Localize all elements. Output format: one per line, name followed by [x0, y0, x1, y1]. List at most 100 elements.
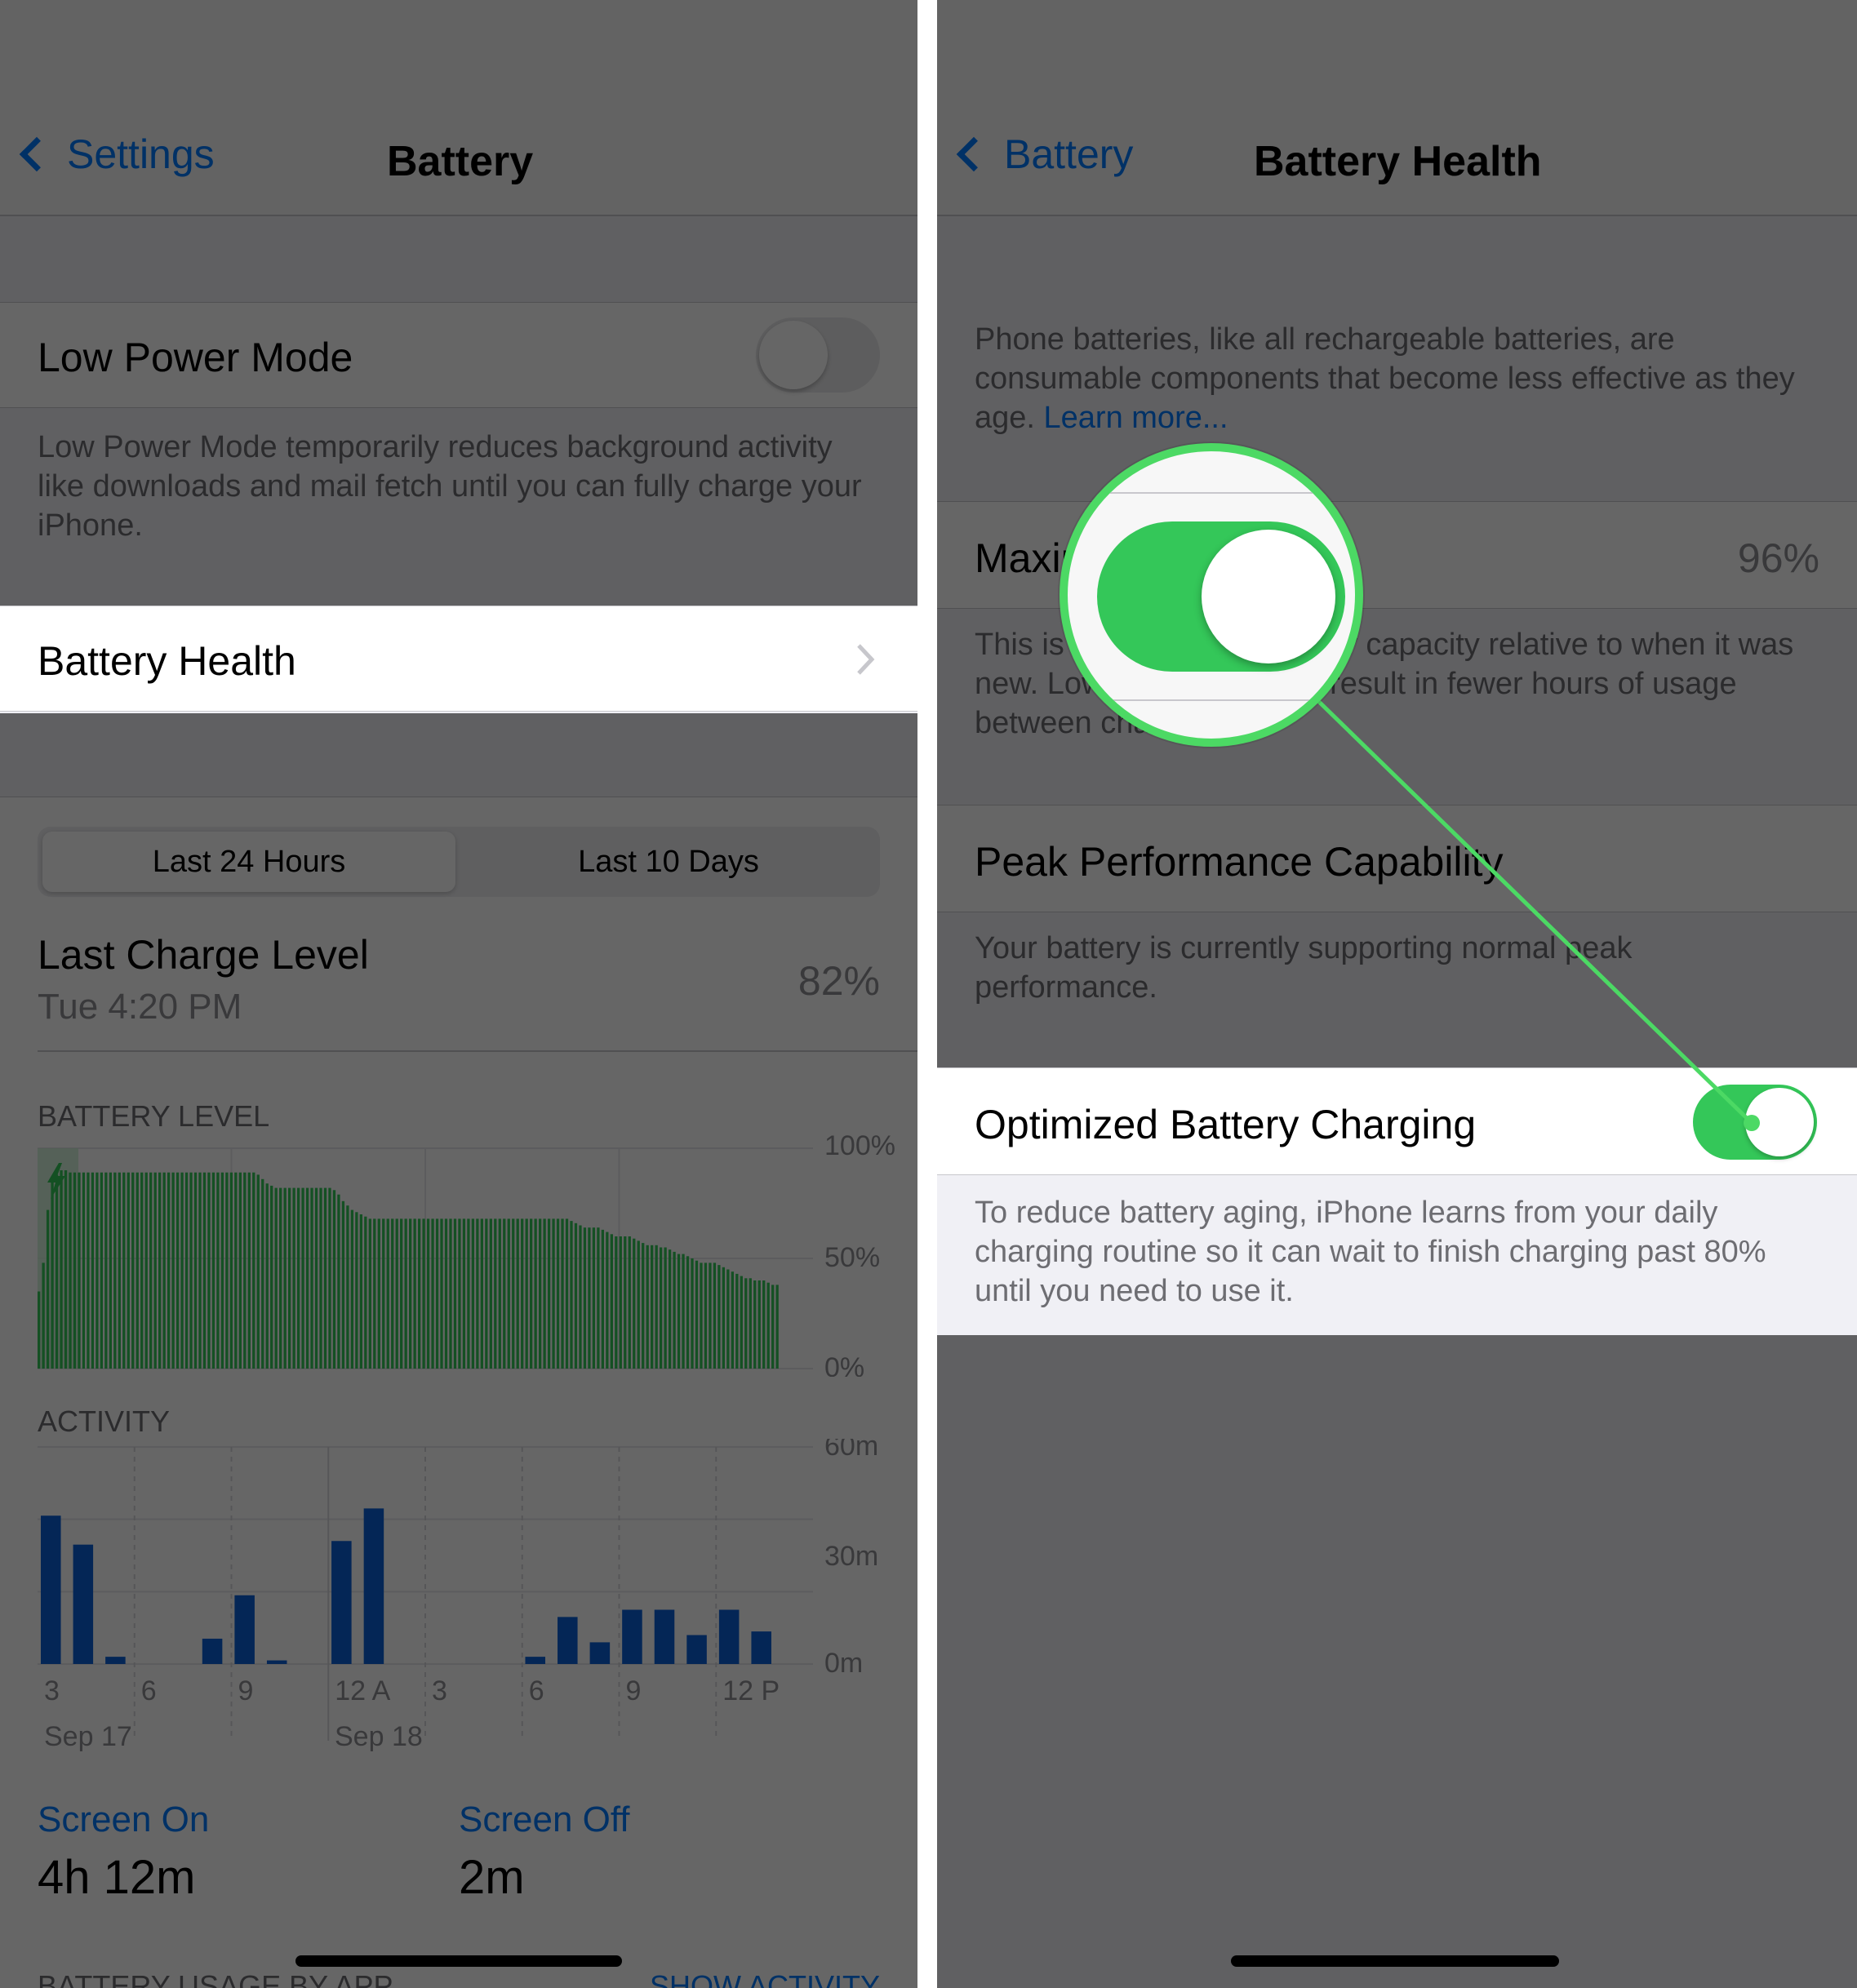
battery-level-bar [184, 1172, 189, 1369]
battery-level-bar [642, 1243, 645, 1369]
learn-more-link[interactable]: Learn more... [1044, 401, 1228, 435]
battery-level-bar [534, 1218, 537, 1369]
show-activity-link[interactable]: SHOW ACTIVITY [650, 1969, 880, 1988]
activity-x-tick-label: 3 [432, 1675, 447, 1706]
screen-off-label: Screen Off [459, 1799, 630, 1839]
battery-level-bar [355, 1212, 358, 1369]
battery-level-bar [373, 1218, 376, 1369]
battery-level-bar [646, 1245, 649, 1369]
battery-level-bar [359, 1214, 362, 1369]
battery-level-bar [775, 1285, 779, 1369]
battery-level-bar [314, 1187, 318, 1369]
optimized-charging-footer: To reduce battery aging, iPhone learns f… [975, 1196, 1766, 1308]
battery-level-bar [207, 1172, 211, 1369]
activity-bar [751, 1631, 771, 1664]
usage-by-app-header: BATTERY USAGE BY APP [38, 1969, 393, 1988]
magnified-toggle [1097, 521, 1345, 672]
peak-performance-row: Peak Performance Capability [937, 805, 1857, 912]
activity-bar [41, 1515, 61, 1664]
activity-x-tick-label: 12 P [722, 1675, 780, 1706]
maximum-capacity-value: 96% [1737, 535, 1819, 581]
battery-level-bar [310, 1187, 313, 1369]
battery-level-bar [525, 1218, 528, 1369]
battery-level-bar [337, 1194, 340, 1369]
battery-level-bar [615, 1236, 618, 1369]
battery-level-bar [73, 1172, 77, 1369]
battery-level-bar [610, 1234, 613, 1369]
battery-level-bar [561, 1218, 564, 1369]
battery-level-bar [417, 1218, 421, 1369]
activity-bar [622, 1609, 642, 1664]
battery-level-bar [512, 1218, 515, 1369]
battery-level-bar [597, 1227, 600, 1369]
battery-level-bar [682, 1254, 685, 1369]
battery-level-bar [686, 1256, 690, 1369]
battery-level-bar [238, 1172, 242, 1369]
battery-level-bar [726, 1269, 730, 1369]
magnified-toggle-knob [1202, 530, 1335, 663]
battery-level-bar [225, 1172, 229, 1369]
battery-level-bar [422, 1218, 425, 1369]
magnified-toggle-callout [1060, 443, 1363, 747]
battery-level-bar [216, 1172, 220, 1369]
activity-bar [202, 1638, 223, 1664]
battery-level-bar [722, 1267, 726, 1369]
battery-settings-screen: Settings Battery Low Power Mode Low Powe… [0, 0, 917, 1988]
battery-level-bar [96, 1172, 99, 1369]
screen-off-value: 2m [459, 1851, 525, 1904]
battery-level-bar [601, 1229, 605, 1369]
segment-last-10-days[interactable]: Last 10 Days [462, 832, 875, 892]
activity-bar [266, 1660, 287, 1664]
battery-level-bar [633, 1238, 636, 1369]
battery-level-bar [709, 1262, 712, 1369]
battery-y-tick-label: 0% [824, 1352, 864, 1377]
battery-level-bar [319, 1187, 322, 1369]
battery-level-bar [458, 1218, 461, 1369]
activity-x-tick-label: 9 [626, 1675, 642, 1706]
battery-level-bar [247, 1172, 251, 1369]
battery-level-bar [757, 1280, 761, 1369]
battery-level-bar [471, 1218, 475, 1369]
chevron-left-icon [956, 136, 992, 172]
battery-level-bar [637, 1240, 640, 1369]
low-power-mode-label: Low Power Mode [38, 335, 353, 380]
battery-level-bar [118, 1172, 121, 1369]
battery-level-bar [565, 1218, 569, 1369]
last-charge-value: 82% [797, 958, 880, 1004]
page-title: Battery Health [1254, 138, 1542, 185]
battery-level-bar [413, 1218, 416, 1369]
activity-bar [105, 1657, 126, 1664]
low-power-mode-footer: Low Power Mode temporarily reduces backg… [38, 430, 862, 543]
battery-level-bar [713, 1262, 717, 1369]
activity-bar [234, 1595, 255, 1664]
battery-level-bar [167, 1172, 171, 1369]
battery-level-bar [677, 1254, 681, 1369]
optimized-charging-label: Optimized Battery Charging [975, 1102, 1477, 1147]
battery-level-bar [731, 1271, 734, 1369]
battery-level-bar [386, 1218, 389, 1369]
back-button[interactable]: Settings [16, 131, 215, 178]
battery-health-label: Battery Health [38, 638, 296, 684]
battery-level-bar [744, 1278, 748, 1369]
battery-level-bar [588, 1227, 591, 1369]
battery-level-bar [377, 1218, 380, 1369]
low-power-mode-toggle[interactable] [756, 317, 880, 393]
battery-level-bar [516, 1218, 519, 1369]
battery-level-bar [766, 1282, 770, 1369]
activity-x-tick-label: 9 [238, 1675, 254, 1706]
optimized-charging-toggle[interactable] [1693, 1085, 1817, 1160]
battery-level-bar [198, 1172, 202, 1369]
battery-level-bar [127, 1172, 130, 1369]
battery-level-bar [144, 1172, 148, 1369]
activity-bar [73, 1544, 94, 1664]
battery-level-bar [55, 1174, 59, 1369]
battery-level-bar [283, 1187, 287, 1369]
battery-level-bar [261, 1178, 264, 1369]
battery-level-bar [51, 1181, 54, 1369]
page-title: Battery [387, 138, 534, 185]
battery-health-row[interactable]: Battery Health [0, 606, 917, 712]
segment-last-24-hours[interactable]: Last 24 Hours [42, 832, 455, 892]
activity-chart: 60m 30m 0m 3 6 9 12 A 3 6 9 12 P Sep 17 Sep 18 [38, 1439, 878, 1752]
back-button[interactable]: Battery [953, 131, 1133, 178]
battery-level-bar [538, 1218, 542, 1369]
